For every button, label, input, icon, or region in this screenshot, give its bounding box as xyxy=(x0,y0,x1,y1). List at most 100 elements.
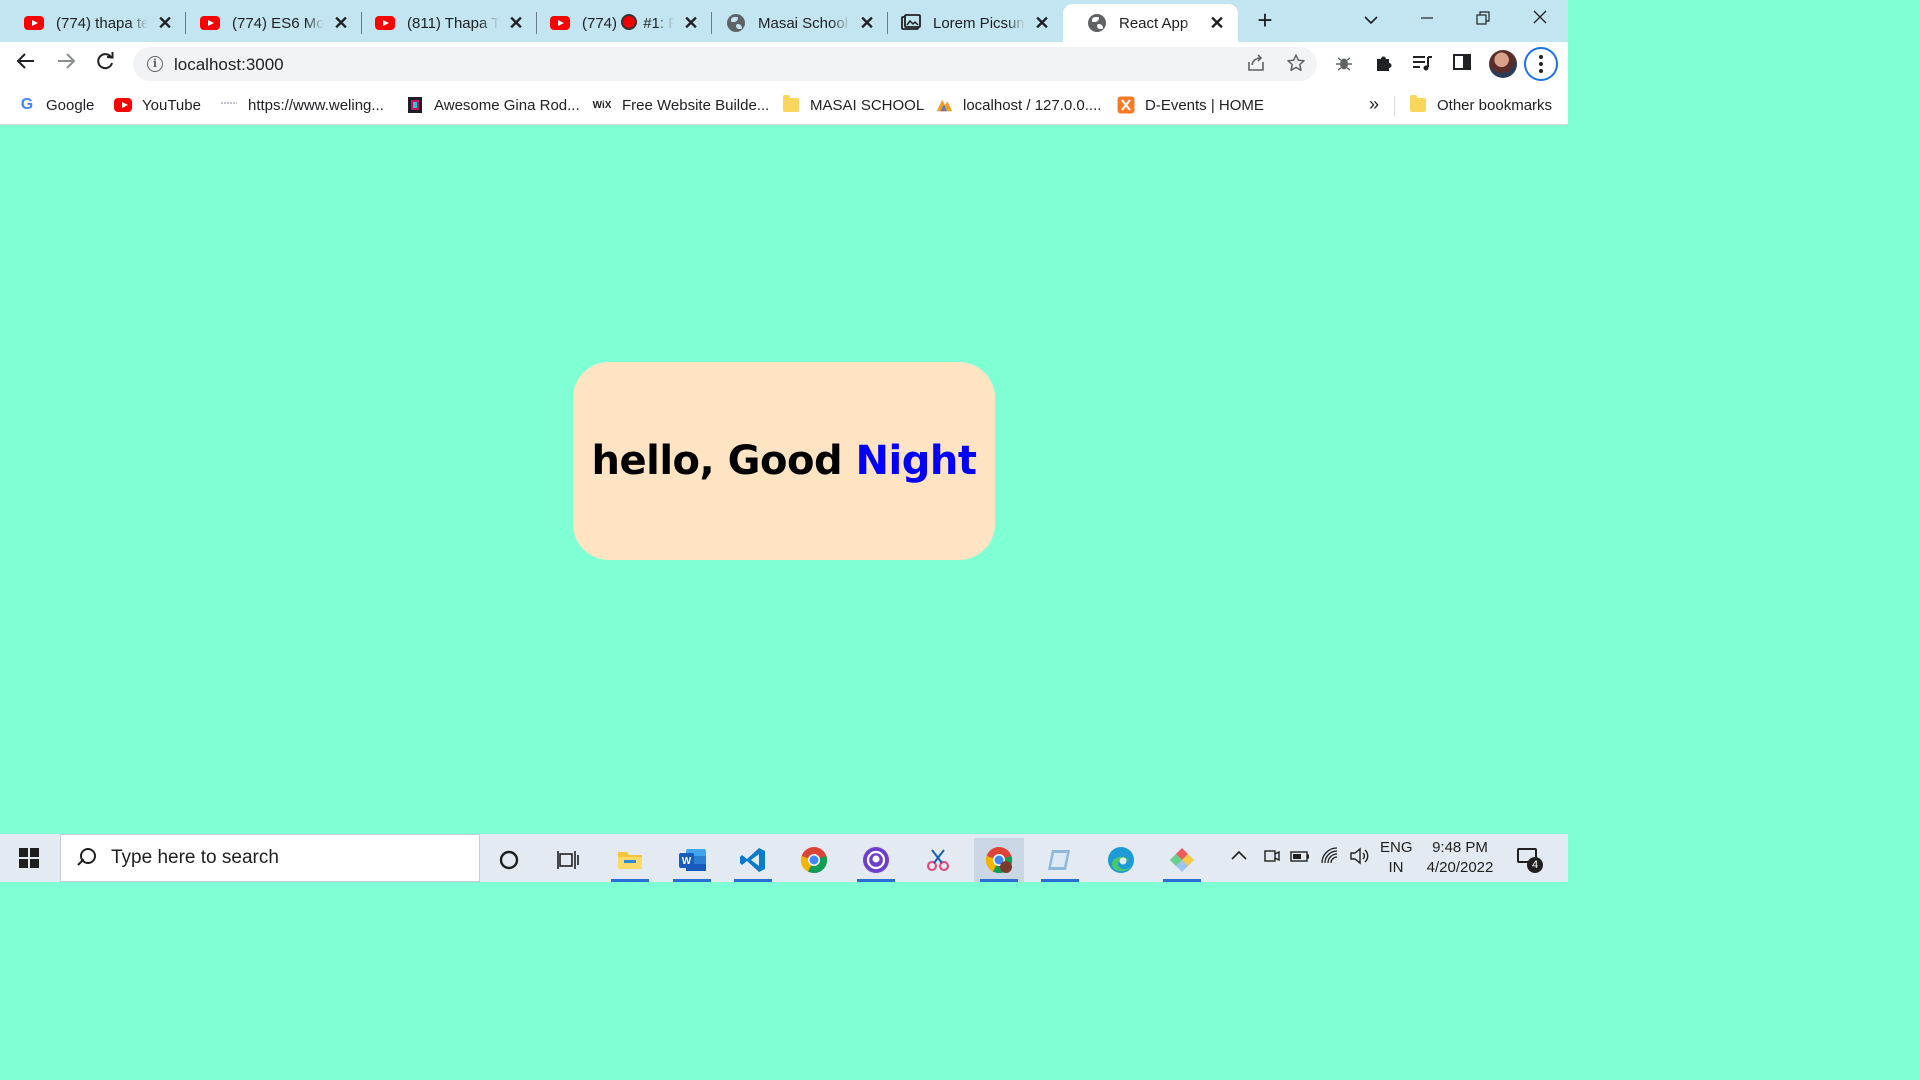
git-kraken-icon[interactable] xyxy=(1157,838,1207,882)
google-icon: G xyxy=(20,96,34,113)
xampp-icon xyxy=(1117,96,1135,114)
bookmark-masai-school[interactable]: MASAI SCHOOL xyxy=(782,93,924,117)
tab-close-icon[interactable]: ✕ xyxy=(505,12,527,34)
file-explorer-icon[interactable] xyxy=(605,838,655,882)
tab-react-app[interactable]: React App ✕ xyxy=(1063,4,1238,42)
folder-icon xyxy=(782,95,800,114)
restore-icon[interactable] xyxy=(1469,6,1497,34)
kebab-menu-icon[interactable] xyxy=(1524,47,1558,81)
search-icon xyxy=(75,847,97,869)
language-indicator[interactable]: ENG IN xyxy=(1380,838,1413,878)
youtube-icon xyxy=(24,13,44,33)
start-button[interactable] xyxy=(0,834,58,882)
extension-bug-icon[interactable] xyxy=(1332,52,1356,76)
profile-avatar[interactable] xyxy=(1489,50,1517,78)
bookmark-label: Other bookmarks xyxy=(1437,96,1553,114)
bookmark-label: YouTube xyxy=(142,96,201,114)
media-queue-icon[interactable] xyxy=(1410,52,1434,76)
bookmark-page-icon xyxy=(406,96,424,114)
volume-icon[interactable] xyxy=(1348,846,1370,871)
tab-title-rest: #1: React xyxy=(643,15,674,32)
back-arrow-icon[interactable] xyxy=(12,50,40,78)
address-url[interactable]: localhost:3000 xyxy=(174,55,284,75)
chrome-active-icon[interactable] xyxy=(974,838,1024,882)
bookmarks-bar: G Google YouTube https://www.weling... A… xyxy=(0,86,1568,125)
folder-icon xyxy=(1409,95,1427,114)
show-hidden-icons-chevron[interactable] xyxy=(1230,846,1248,866)
bookmark-weling[interactable]: https://www.weling... xyxy=(220,93,384,117)
tab-youtube-2[interactable]: (774) ES6 Modules ✕ xyxy=(176,4,362,42)
bookmark-awesome-gina[interactable]: Awesome Gina Rod... xyxy=(406,93,580,117)
chrome-icon[interactable] xyxy=(789,838,839,882)
phpmyadmin-icon xyxy=(935,96,953,114)
reload-icon[interactable] xyxy=(91,50,119,78)
youtube-icon xyxy=(114,96,132,114)
bookmark-label: Free Website Builde... xyxy=(622,96,770,114)
tab-youtube-3[interactable]: (811) Thapa Technical ✕ xyxy=(351,4,537,42)
snipping-tool-icon[interactable] xyxy=(913,838,963,882)
taskbar-search-box[interactable]: Type here to search xyxy=(60,834,480,882)
language-code: ENG xyxy=(1380,839,1413,856)
tab-youtube-1[interactable]: (774) thapa tech ✕ xyxy=(0,4,186,42)
youtube-icon xyxy=(550,13,570,33)
tab-search-chevron-icon[interactable] xyxy=(1357,6,1385,34)
bookmark-other-bookmarks[interactable]: Other bookmarks xyxy=(1409,93,1552,117)
greeting-accent-text: Night xyxy=(855,438,977,484)
bookmark-localhost-phpmyadmin[interactable]: localhost / 127.0.0.... xyxy=(935,93,1101,117)
tab-youtube-4[interactable]: (774) #1: React ✕ xyxy=(526,4,712,42)
tab-lorem-picsum[interactable]: Lorem Picsum ✕ xyxy=(877,4,1063,42)
tab-close-icon[interactable]: ✕ xyxy=(154,12,176,34)
tab-title: Lorem Picsum xyxy=(933,14,1025,32)
meet-now-icon[interactable] xyxy=(1261,846,1281,871)
tab-close-icon[interactable]: ✕ xyxy=(1206,12,1228,34)
word-icon[interactable]: W xyxy=(667,838,717,882)
side-panel-icon[interactable] xyxy=(1450,52,1474,76)
wix-icon: WiX xyxy=(592,99,612,111)
address-bar[interactable]: i localhost:3000 xyxy=(133,47,1317,81)
vscode-icon[interactable] xyxy=(728,838,778,882)
globe-icon xyxy=(726,13,746,33)
site-info-icon[interactable]: i xyxy=(147,56,163,72)
bookmark-google[interactable]: G Google xyxy=(18,93,95,117)
notes-app-icon[interactable] xyxy=(1035,838,1085,882)
forward-arrow-icon[interactable] xyxy=(52,50,80,78)
tab-title: (774) #1: React xyxy=(582,14,674,32)
edge-icon[interactable] xyxy=(1096,838,1146,882)
browser-toolbar: i localhost:3000 xyxy=(0,42,1568,86)
system-clock[interactable]: 9:48 PM 4/20/2022 xyxy=(1420,838,1500,878)
bookmark-d-events[interactable]: D-Events | HOME xyxy=(1117,93,1264,117)
cortana-icon[interactable] xyxy=(484,838,534,882)
bookmark-label: localhost / 127.0.0.... xyxy=(963,96,1102,114)
extensions-puzzle-icon[interactable] xyxy=(1372,52,1396,76)
bookmark-youtube[interactable]: YouTube xyxy=(114,93,201,117)
bookmark-label: Awesome Gina Rod... xyxy=(434,96,580,114)
tab-close-icon[interactable]: ✕ xyxy=(680,12,702,34)
greeting-heading: hello, Good Night xyxy=(592,438,977,484)
tab-title: (774) thapa tech xyxy=(56,14,148,32)
bookmarks-overflow-chevron[interactable]: » xyxy=(1369,94,1379,115)
battery-icon[interactable] xyxy=(1289,846,1311,871)
bookmark-wix[interactable]: WiX Free Website Builde... xyxy=(592,93,770,117)
close-window-icon[interactable] xyxy=(1526,6,1554,34)
new-tab-button[interactable]: + xyxy=(1252,7,1278,34)
globe-icon xyxy=(1087,13,1107,33)
site-icon xyxy=(220,96,238,114)
tab-close-icon[interactable]: ✕ xyxy=(1031,12,1053,34)
bookmark-label: Google xyxy=(46,96,95,114)
bookmark-label: D-Events | HOME xyxy=(1145,96,1264,114)
tab-title: (811) Thapa Technical xyxy=(407,14,499,32)
share-icon[interactable] xyxy=(1245,53,1267,75)
greeting-text: hello, Good xyxy=(591,438,843,484)
task-view-icon[interactable] xyxy=(543,838,593,882)
notification-center-icon[interactable]: 4 xyxy=(1514,844,1543,873)
windows-logo-icon xyxy=(19,848,39,868)
tab-masai-school[interactable]: Masai School | ✕ xyxy=(702,4,888,42)
wifi-icon[interactable] xyxy=(1320,846,1340,871)
youtube-icon xyxy=(375,13,395,33)
bookmark-star-icon[interactable] xyxy=(1285,53,1307,75)
tab-close-icon[interactable]: ✕ xyxy=(330,12,352,34)
bookmark-label: https://www.weling... xyxy=(248,96,384,114)
github-desktop-icon[interactable] xyxy=(851,838,901,882)
minimize-icon[interactable] xyxy=(1413,6,1441,34)
tab-close-icon[interactable]: ✕ xyxy=(856,12,878,34)
